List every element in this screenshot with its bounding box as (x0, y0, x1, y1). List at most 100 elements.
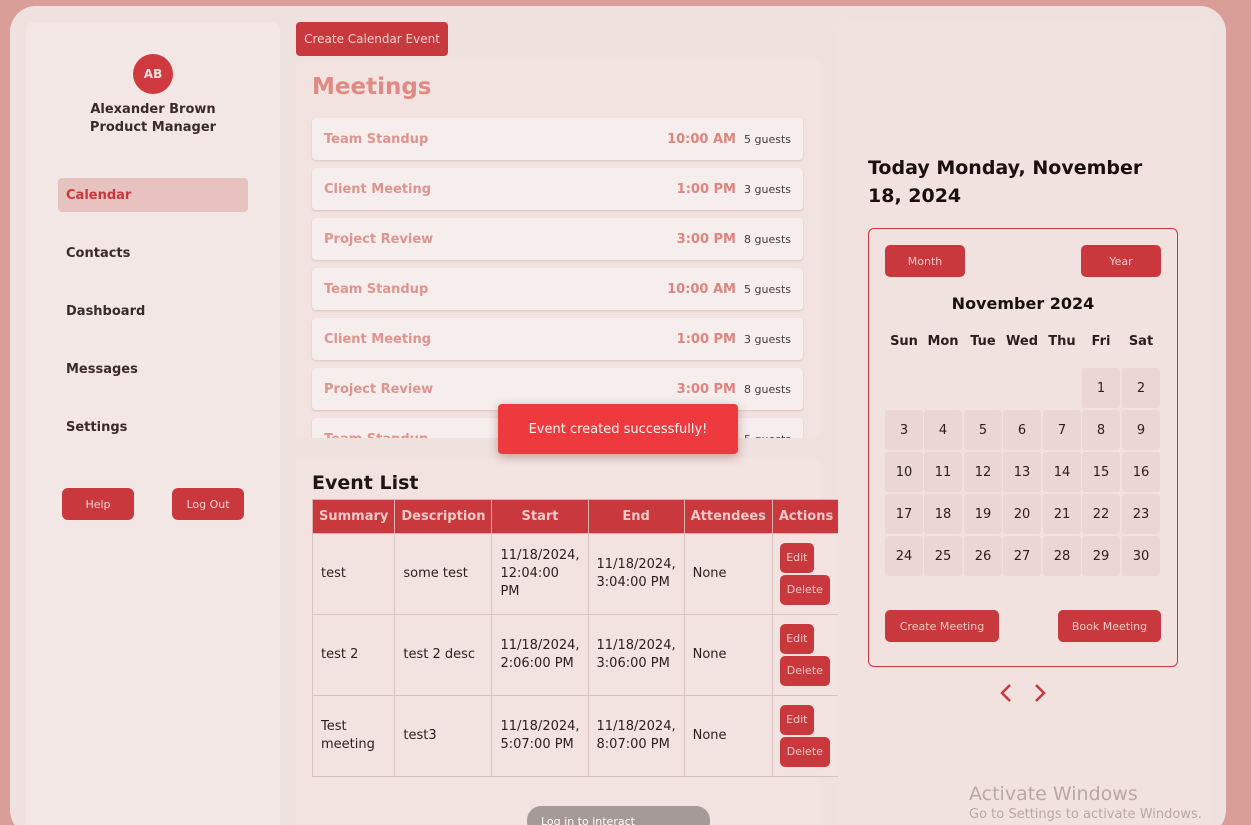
event-table: Summary Description Start End Attendees … (311, 499, 841, 777)
table-row: test 2 test 2 desc 11/18/2024, 2:06:00 PM 1… (311, 614, 841, 696)
calendar-day[interactable]: 7 (1043, 410, 1081, 450)
calendar-day[interactable]: 25 (924, 536, 962, 576)
cell-actions: Edit Delete (771, 695, 841, 777)
calendar-day[interactable]: 6 (1003, 410, 1041, 450)
calendar-day[interactable]: 13 (1003, 452, 1041, 492)
table-row: test some test 11/18/2024, 12:04:00 PM 11/1… (311, 533, 841, 615)
calendar-day[interactable]: 1 (1082, 368, 1120, 408)
calendar-day[interactable]: 2 (1122, 368, 1160, 408)
calendar-month-label: November 2024 (951, 294, 1095, 313)
meeting-item[interactable]: Team Standup 10:00 AM 5 guests (312, 118, 803, 160)
weekday-label: Tue (970, 334, 996, 349)
weekday-label: Sat (1128, 334, 1154, 349)
delete-button[interactable]: Delete (779, 575, 830, 605)
calendar-day[interactable]: 22 (1082, 494, 1120, 534)
edit-button[interactable]: Edit (779, 543, 814, 573)
calendar-day[interactable]: 20 (1003, 494, 1041, 534)
sidebar-item-contacts[interactable]: Contacts (58, 236, 248, 270)
today-heading: Today Monday, November 18, 2024 (868, 157, 1143, 207)
calendar-day[interactable]: 24 (885, 536, 923, 576)
cell-actions: Edit Delete (771, 533, 841, 615)
delete-button[interactable]: Delete (779, 737, 830, 767)
help-button[interactable]: Help (62, 488, 134, 520)
delete-button[interactable]: Delete (779, 656, 830, 686)
calendar-day[interactable]: 4 (924, 410, 962, 450)
meeting-guests: 8 guests (744, 232, 791, 246)
cell-description: some test (394, 533, 493, 615)
event-list-title: Event List (312, 472, 419, 494)
meeting-name: Project Review (324, 381, 434, 397)
cell-end: 11/18/2024, 3:06:00 PM (587, 614, 685, 696)
meeting-time: 10:00 AM (667, 281, 736, 297)
calendar-day[interactable]: 15 (1082, 452, 1120, 492)
logout-button[interactable]: Log Out (172, 488, 244, 520)
cell-attendees: None (683, 533, 773, 615)
table-row: Test meeting test3 11/18/2024, 5:07:00 PM 1… (311, 695, 841, 777)
book-meeting-button[interactable]: Book Meeting (1058, 610, 1161, 642)
calendar-day[interactable]: 27 (1003, 536, 1041, 576)
meeting-name: Project Review (324, 231, 434, 247)
meeting-time: 1:00 PM (676, 181, 736, 197)
calendar-day[interactable]: 17 (885, 494, 923, 534)
calendar-day[interactable]: 16 (1122, 452, 1160, 492)
chevron-right-icon[interactable] (1032, 682, 1048, 710)
meeting-name: Team Standup (324, 131, 429, 147)
cell-summary: test 2 (311, 614, 396, 696)
calendar-day[interactable]: 11 (924, 452, 962, 492)
calendar-day[interactable]: 30 (1122, 536, 1160, 576)
activate-windows-watermark: Activate Windows Go to Settings to activ… (969, 783, 1202, 822)
create-meeting-button[interactable]: Create Meeting (885, 610, 999, 642)
calendar-day[interactable]: 26 (964, 536, 1002, 576)
watermark-title: Activate Windows (969, 783, 1138, 805)
cell-start: 11/18/2024, 2:06:00 PM (491, 614, 589, 696)
calendar-day[interactable]: 21 (1043, 494, 1081, 534)
calendar-day[interactable]: 28 (1043, 536, 1081, 576)
edit-button[interactable]: Edit (779, 624, 814, 654)
cell-summary: Test meeting (311, 695, 396, 777)
calendar-day[interactable]: 14 (1043, 452, 1081, 492)
meeting-name: Client Meeting (324, 181, 432, 197)
calendar-day[interactable]: 8 (1082, 410, 1120, 450)
meeting-guests: 5 guests (744, 433, 791, 439)
sidebar-item-messages[interactable]: Messages (58, 352, 248, 386)
calendar-day[interactable]: 18 (924, 494, 962, 534)
calendar-day[interactable]: 29 (1082, 536, 1120, 576)
col-actions: Actions (771, 499, 841, 534)
meetings-title: Meetings (312, 74, 432, 100)
cell-attendees: None (683, 695, 773, 777)
avatar: AB (133, 54, 173, 94)
sidebar-item-settings[interactable]: Settings (58, 410, 248, 444)
calendar-day[interactable]: 19 (964, 494, 1002, 534)
weekday-label: Mon (927, 334, 959, 349)
sidebar-item-dashboard[interactable]: Dashboard (58, 294, 248, 328)
calendar-day[interactable]: 5 (964, 410, 1002, 450)
meeting-item[interactable]: Client Meeting 1:00 PM 3 guests (312, 168, 803, 210)
cell-actions: Edit Delete (771, 614, 841, 696)
calendar-day[interactable]: 12 (964, 452, 1002, 492)
sidebar-item-calendar[interactable]: Calendar (58, 178, 248, 212)
meeting-guests: 3 guests (744, 332, 791, 346)
meeting-name: Client Meeting (324, 331, 432, 347)
success-toast: Event created successfully! (498, 404, 738, 454)
meeting-guests: 5 guests (744, 282, 791, 296)
calendar-day[interactable]: 9 (1122, 410, 1160, 450)
chevron-left-icon[interactable] (998, 682, 1014, 710)
year-button[interactable]: Year (1081, 245, 1161, 277)
meetings-card: Meetings Team Standup 10:00 AM 5 guests Cli… (296, 60, 820, 438)
cell-end: 11/18/2024, 8:07:00 PM (587, 695, 685, 777)
calendar-day[interactable]: 23 (1122, 494, 1160, 534)
calendar-day[interactable]: 3 (885, 410, 923, 450)
edit-button[interactable]: Edit (779, 705, 814, 735)
weekday-label: Sun (890, 334, 918, 349)
calendar-day[interactable]: 10 (885, 452, 923, 492)
cell-description: test 2 desc (394, 614, 493, 696)
meeting-guests: 5 guests (744, 132, 791, 146)
meeting-item[interactable]: Team Standup 10:00 AM 5 guests (312, 268, 803, 310)
create-calendar-event-button[interactable]: Create Calendar Event (296, 22, 448, 56)
meeting-time: 1:00 PM (676, 331, 736, 347)
login-pill[interactable]: Log in to interact (527, 806, 710, 825)
meeting-item[interactable]: Project Review 3:00 PM 8 guests (312, 218, 803, 260)
meeting-item[interactable]: Client Meeting 1:00 PM 3 guests (312, 318, 803, 360)
month-button[interactable]: Month (885, 245, 965, 277)
meeting-time: 3:00 PM (676, 231, 736, 247)
